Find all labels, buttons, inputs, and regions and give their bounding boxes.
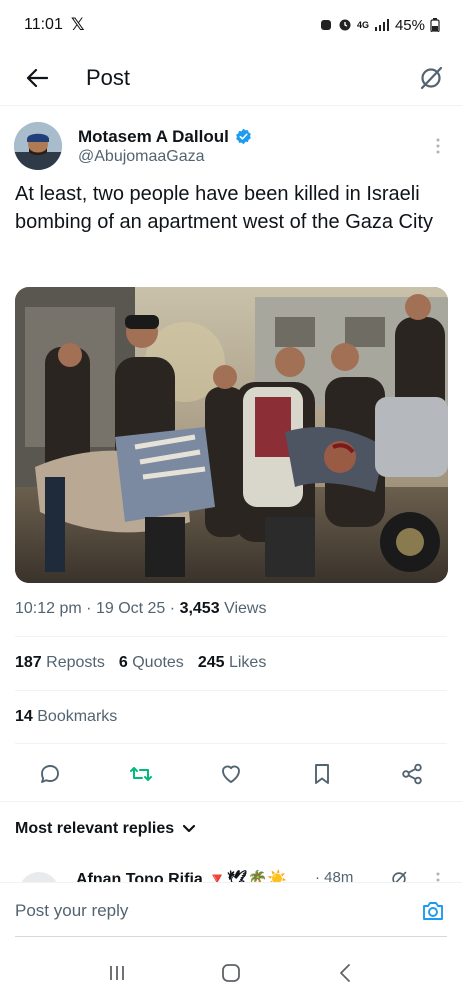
tweet-meta: 10:12 pm · 19 Oct 25 · 3,453 Views: [15, 600, 266, 618]
system-nav-bar: [0, 945, 462, 1000]
reply-input[interactable]: Post your reply: [15, 901, 128, 921]
reposts-stat[interactable]: 187 Reposts: [15, 654, 105, 672]
more-vertical-icon: [436, 138, 440, 154]
chevron-down-icon: [183, 824, 196, 833]
reply-time: · 48m: [315, 869, 354, 882]
share-icon: [402, 763, 422, 785]
battery-percent: 45%: [394, 16, 425, 34]
author-row: Motasem A Dalloul @AbujomaaGaza: [14, 120, 448, 172]
home-icon: [222, 963, 240, 982]
views-count: 3,453: [179, 600, 220, 617]
tweet-text: At least, two people have been killed in…: [15, 183, 433, 233]
action-bar: [15, 752, 447, 796]
back-button[interactable]: [22, 63, 52, 93]
bookmarks-label: Bookmarks: [37, 708, 118, 725]
divider: [0, 801, 462, 802]
likes-stat[interactable]: 245 Likes: [198, 654, 267, 672]
status-left: 11:01 𝕏: [24, 15, 85, 35]
engagement-stats: 187 Reposts 6 Quotes 245 Likes: [15, 654, 266, 672]
camera-icon: [423, 901, 443, 920]
verified-badge-icon: [235, 128, 251, 145]
meta-separator: ·: [86, 600, 96, 617]
quotes-count: 6: [118, 654, 128, 671]
recent-apps-icon: [110, 965, 124, 980]
system-back-button[interactable]: [325, 958, 365, 988]
divider: [15, 743, 447, 744]
tweet-media[interactable]: [15, 287, 448, 583]
heart-icon: [222, 765, 240, 783]
bookmarks-stat[interactable]: 14 Bookmarks: [15, 708, 117, 726]
status-time: 11:01: [24, 16, 63, 33]
meta-separator: ·: [169, 600, 180, 617]
quotes-label: Quotes: [132, 654, 184, 671]
avatar[interactable]: [14, 122, 62, 170]
grok-button[interactable]: [416, 63, 446, 93]
author-name-row: Motasem A Dalloul: [78, 127, 428, 147]
tweet-time: 10:12 pm: [15, 600, 82, 617]
replies-sort-dropdown[interactable]: Most relevant replies: [15, 820, 196, 838]
more-vertical-icon[interactable]: [435, 871, 441, 882]
reply-icon: [41, 765, 59, 783]
author-name[interactable]: Motasem A Dalloul: [78, 127, 229, 147]
views-label: Views: [224, 600, 267, 617]
reply-composer: Post your reply: [0, 882, 462, 938]
grok-icon: [420, 66, 443, 89]
x-logo-icon: 𝕏: [70, 15, 85, 34]
tweet-date: 19 Oct 25: [95, 600, 166, 617]
like-button[interactable]: [218, 761, 244, 787]
tweet-photo: [15, 287, 448, 583]
battery-icon: [430, 18, 440, 32]
reposts-label: Reposts: [46, 654, 105, 671]
likes-count: 245: [197, 654, 225, 671]
quotes-stat[interactable]: 6 Quotes: [119, 654, 184, 672]
divider: [15, 690, 447, 691]
reposts-count: 187: [15, 654, 42, 671]
grok-icon[interactable]: [390, 870, 408, 882]
bookmarks-count: 14: [15, 708, 33, 725]
reply-item[interactable]: Afnan Tono Rifia 🔻🕊🌴☀️ · 48m: [15, 866, 447, 882]
network-type: 4G: [356, 20, 369, 30]
signal-icon: [374, 19, 389, 31]
divider: [15, 636, 447, 637]
home-button[interactable]: [211, 958, 251, 988]
more-options-button[interactable]: [428, 131, 448, 161]
bookmark-button[interactable]: [309, 761, 335, 787]
repost-button[interactable]: [128, 761, 154, 787]
share-button[interactable]: [399, 761, 425, 787]
alarm-icon: [320, 20, 331, 30]
reply-input-underline: [15, 936, 447, 937]
page-title: Post: [86, 64, 131, 90]
bookmark-icon: [314, 764, 329, 784]
chevron-left-icon: [340, 963, 350, 982]
arrow-left-icon: [26, 68, 48, 87]
author-handle[interactable]: @AbujomaaGaza: [78, 148, 428, 166]
repost-icon: [129, 767, 152, 781]
status-bar: 11:01 𝕏 4G 45%: [0, 0, 462, 50]
replies-sort-label: Most relevant replies: [15, 820, 175, 837]
camera-button[interactable]: [420, 898, 446, 924]
reply-avatar[interactable]: [19, 872, 59, 882]
likes-label: Likes: [228, 654, 267, 671]
recent-apps-button[interactable]: [97, 958, 137, 988]
reply-button[interactable]: [37, 761, 63, 787]
clock-icon: [339, 19, 351, 31]
author-info: Motasem A Dalloul @AbujomaaGaza: [78, 127, 428, 166]
reply-author-name[interactable]: Afnan Tono Rifia 🔻🕊🌴☀️: [76, 869, 287, 882]
app-header: Post: [0, 50, 462, 106]
status-right: 4G 45%: [319, 17, 440, 34]
avatar-image: [14, 122, 62, 170]
